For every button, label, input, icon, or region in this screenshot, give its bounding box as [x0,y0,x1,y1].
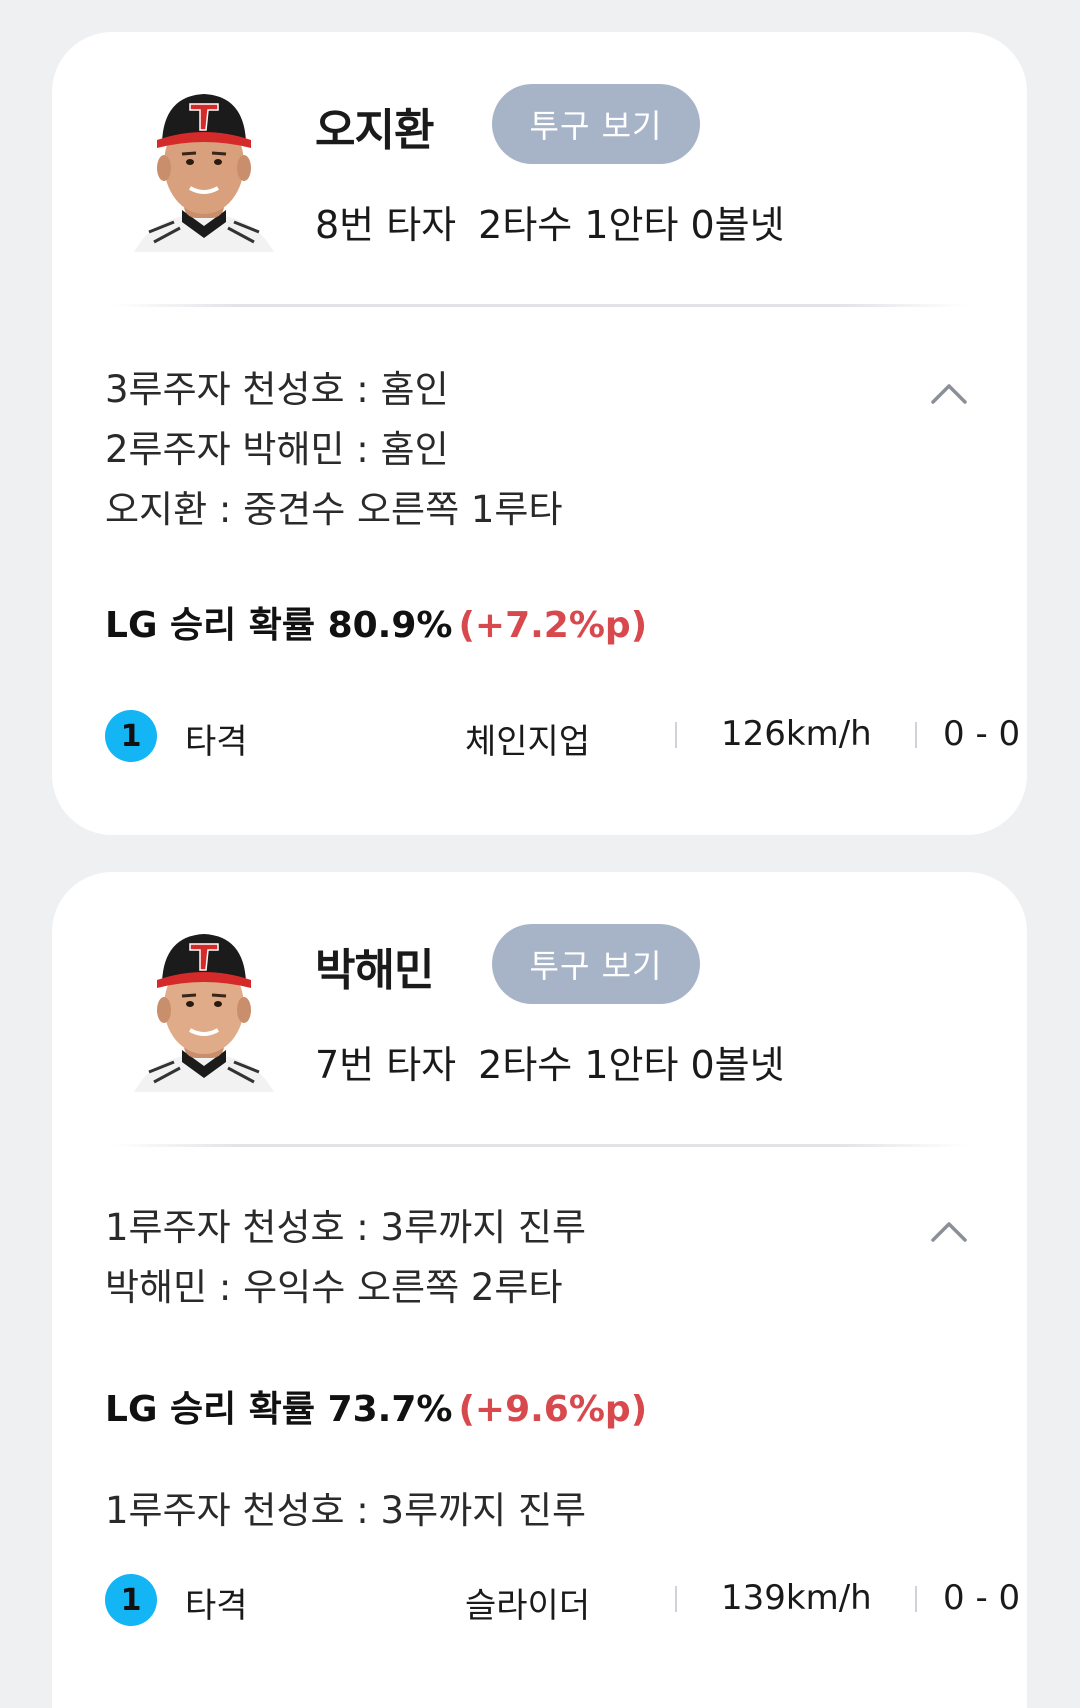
pitch-speed: 139km/h [721,1578,872,1618]
pitch-number-badge: 1 [105,710,157,762]
pitch-type: 슬라이더 [465,1586,591,1626]
ball-strike-count: 0 - 0 [943,714,1021,754]
player-name: 오지환 [315,105,434,156]
chevron-up-icon[interactable] [929,380,969,408]
play-card: 오지환 투구 보기 8번 타자 2타수 1안타 0볼넷 3루주자 천성호 : 홈인… [52,32,1027,835]
separator [915,1586,917,1612]
play-line: 오지환 : 중견수 오른쪽 1루타 [105,488,563,531]
win-probability-value: LG 승리 확률 80.9% [105,605,453,646]
play-line: 3루주자 천성호 : 홈인 [105,368,449,411]
batter-summary: 7번 타자 2타수 1안타 0볼넷 [315,1034,785,1089]
stat-line: 2타수 1안타 0볼넷 [478,203,785,247]
view-pitches-button[interactable]: 투구 보기 [492,924,700,1004]
divider [112,1144,967,1147]
ball-strike-count: 0 - 0 [943,1578,1021,1618]
batting-order: 8번 타자 [315,203,457,247]
play-description: 1루주자 천성호 : 3루까지 진루 박해민 : 우익수 오른쪽 2루타 [105,1198,586,1318]
pitch-result: 타격 [185,722,248,762]
pitch-row: 1 타격 슬라이더 139km/h 0 - 0 [105,1572,1020,1628]
pitch-speed: 126km/h [721,714,872,754]
separator [915,722,917,748]
pitch-row: 1 타격 체인지업 126km/h 0 - 0 [105,708,1020,764]
separator [675,722,677,748]
win-probability: LG 승리 확률 73.7% (+9.6%p) [105,1380,647,1432]
pitch-result: 타격 [185,1586,248,1626]
player-avatar [124,82,284,252]
play-description: 3루주자 천성호 : 홈인 2루주자 박해민 : 홈인 오지환 : 중견수 오른… [105,360,563,540]
win-probability-delta: (+9.6%p) [458,1389,648,1430]
win-probability-delta: (+7.2%p) [458,605,648,646]
batter-summary: 8번 타자 2타수 1안타 0볼넷 [315,194,785,249]
runner-advance-line: 1루주자 천성호 : 3루까지 진루 [105,1489,587,1532]
play-line: 박해민 : 우익수 오른쪽 2루타 [105,1266,563,1309]
stat-line: 2타수 1안타 0볼넷 [478,1043,785,1087]
play-line: 1루주자 천성호 : 3루까지 진루 [105,1206,587,1249]
pitch-type: 체인지업 [465,722,591,762]
player-name: 박해민 [315,945,434,996]
view-pitches-button[interactable]: 투구 보기 [492,84,700,164]
win-probability-value: LG 승리 확률 73.7% [105,1389,453,1430]
player-avatar [124,922,284,1092]
batting-order: 7번 타자 [315,1043,457,1087]
play-card: 박해민 투구 보기 7번 타자 2타수 1안타 0볼넷 1루주자 천성호 : 3루… [52,872,1027,1708]
win-probability: LG 승리 확률 80.9% (+7.2%p) [105,596,647,648]
chevron-up-icon[interactable] [929,1218,969,1246]
play-line: 2루주자 박해민 : 홈인 [105,428,449,471]
divider [112,304,967,307]
pitch-number-badge: 1 [105,1574,157,1626]
separator [675,1586,677,1612]
